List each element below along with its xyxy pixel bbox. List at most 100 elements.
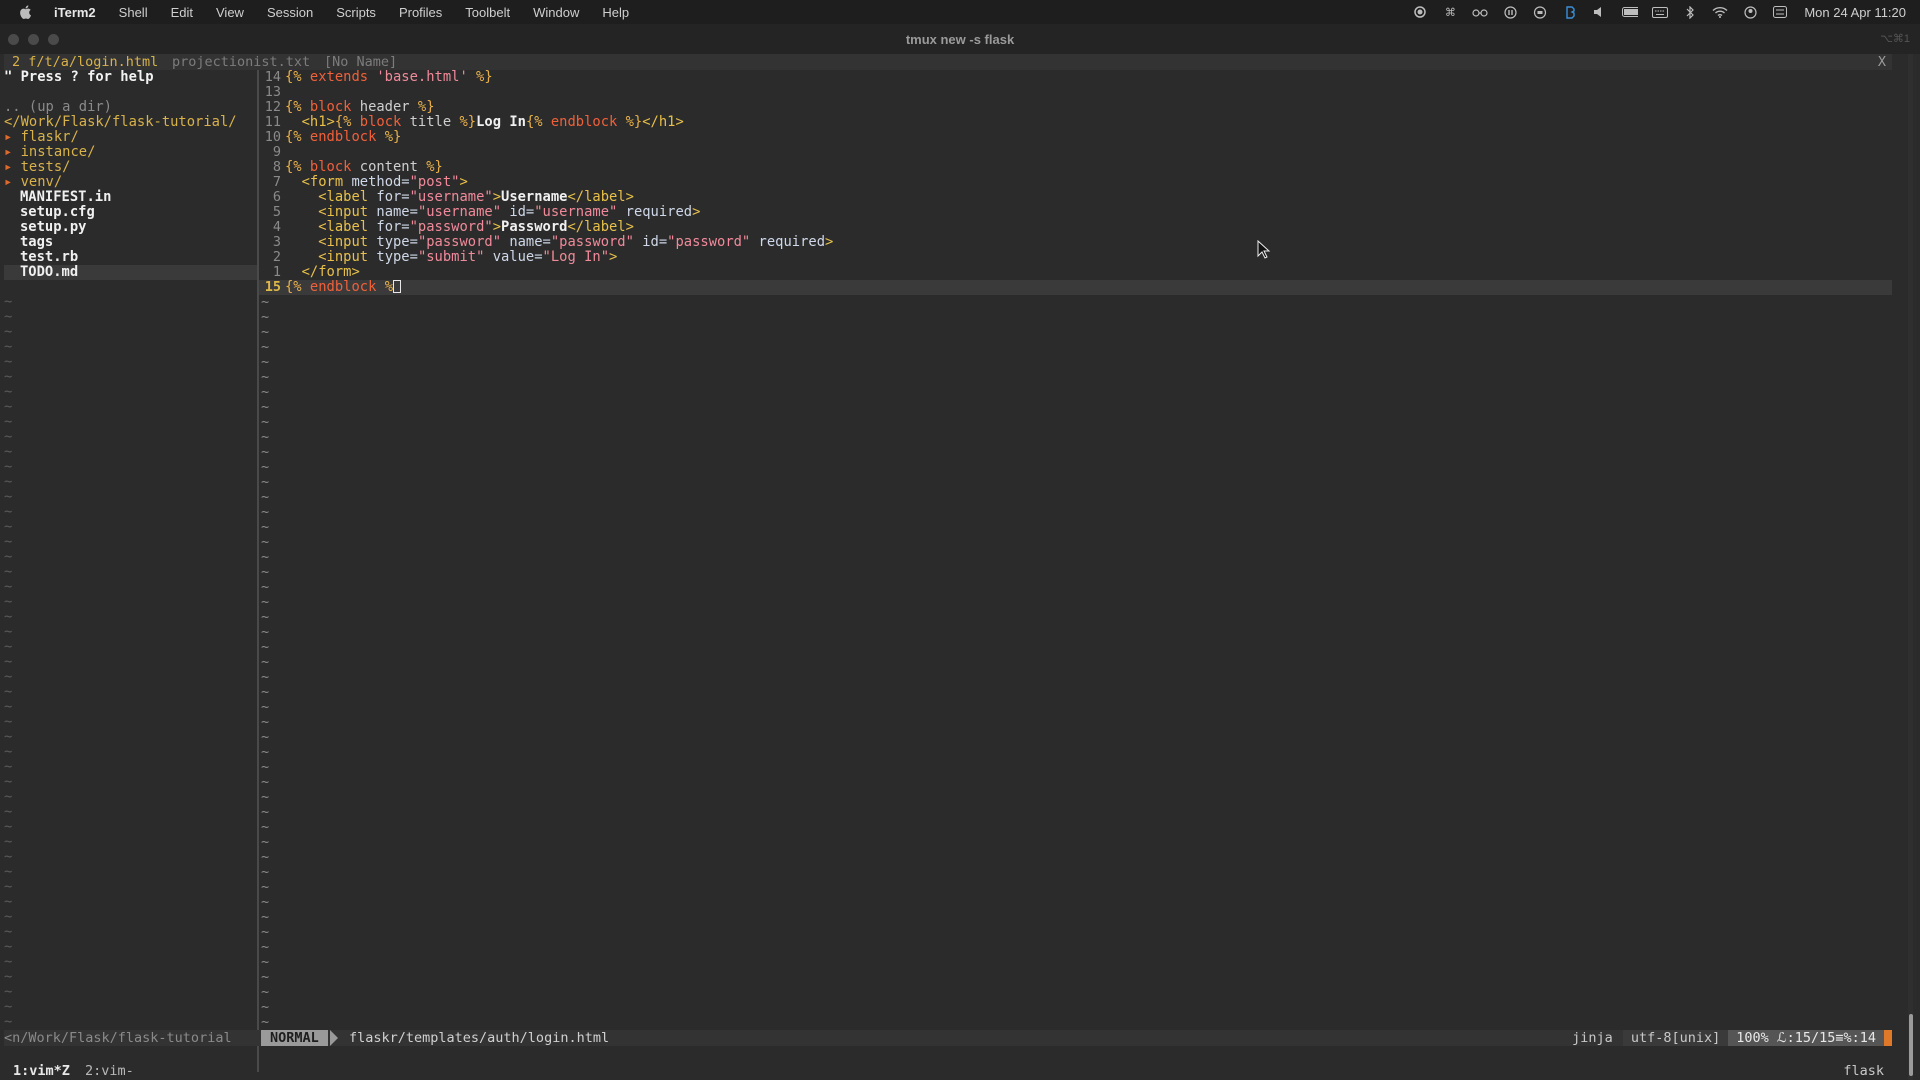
menu-help[interactable]: Help [602,5,629,20]
code-token: </form> [301,264,360,280]
empty-line-tilde: ~ [4,969,13,985]
nerdtree-file-test-rb[interactable]: test.rb [20,250,78,265]
scrollbar-thumb[interactable] [1909,1014,1913,1076]
bluetooth-app-icon[interactable] [1562,5,1578,19]
empty-line-tilde: ~ [261,624,270,640]
vim-mode-indicator: NORMAL [261,1030,328,1046]
collapsed-arrow-icon: ▸ [4,159,13,175]
empty-line-tilde: ~ [4,1014,13,1030]
volume-muted-icon[interactable] [1592,6,1608,18]
nerdtree-file-manifest[interactable]: MANIFEST.in [20,190,111,205]
nerdtree-dir-venv[interactable]: ▸ venv/ [4,175,62,190]
code-token: > [492,189,502,205]
code-line[interactable]: <input type="submit" value="Log In"> [285,250,617,265]
empty-line-tilde: ~ [4,474,13,490]
nerdtree-file-todo: TODO.md [20,264,79,280]
empty-line-tilde: ~ [4,564,13,580]
vim-tab-projectionist[interactable]: projectionist.txt [172,54,310,70]
empty-line-tilde: ~ [4,714,13,730]
battery-icon[interactable] [1622,6,1639,18]
menu-shell[interactable]: Shell [119,5,148,20]
code-line[interactable]: {% block header %} [285,100,435,115]
collapsed-arrow-icon: ▸ [4,174,13,190]
empty-line-tilde: ~ [261,939,270,955]
wifi-icon[interactable] [1712,6,1728,18]
nerdtree-file-setup-py[interactable]: setup.py [20,220,86,235]
menu-toolbelt[interactable]: Toolbelt [465,5,510,20]
bluetooth-icon[interactable] [1682,5,1698,19]
glasses-icon[interactable] [1472,6,1488,18]
menu-profiles[interactable]: Profiles [399,5,442,20]
code-line[interactable]: {% block content %} [285,160,443,175]
nerdtree-dir-tests[interactable]: ▸ tests/ [4,160,70,175]
apple-logo-icon[interactable] [18,4,32,20]
nerdtree-root[interactable]: </Work/Flask/flask-tutorial/ [4,115,237,130]
menu-scripts[interactable]: Scripts [336,5,376,20]
record-icon[interactable] [1412,6,1428,18]
menu-session[interactable]: Session [267,5,313,20]
nerdtree-dir-flaskr[interactable]: ▸ flaskr/ [4,130,79,145]
code-token: "submit" [417,249,485,265]
vim-tab-login-html[interactable]: 2 f/t/a/login.html [12,54,158,70]
empty-line-tilde: ~ [4,429,13,445]
keyboard-icon[interactable] [1652,6,1669,18]
editor-pane[interactable]: 14 13 12 11 10 9 8 7 6 5 4 3 2 1 15 {% e… [259,70,1892,1072]
line-number: 7 [272,174,281,190]
nerdtree-selected-row[interactable]: TODO.md [4,265,257,280]
code-line[interactable]: <label for="username">Username</label> [285,190,634,205]
code-line[interactable]: </form> [285,265,360,280]
control-center-icon[interactable] [1772,6,1788,18]
menu-edit[interactable]: Edit [171,5,193,20]
code-line[interactable]: <h1>{% block title %}Log In{% endblock %… [285,115,684,130]
code-line[interactable]: {% endblock %} [285,130,401,145]
user-account-icon[interactable] [1742,5,1758,19]
code-token: %} [417,159,443,175]
vim-tab-close[interactable]: X [1878,54,1886,70]
pause-icon[interactable] [1502,5,1518,19]
code-line[interactable]: <label for="password">Password</label> [285,220,634,235]
empty-line-tilde: ~ [4,834,13,850]
empty-line-tilde: ~ [261,909,270,925]
code-token: </label> [567,219,634,235]
scrollbar-track[interactable] [1908,54,1913,1080]
command-icon[interactable]: ⌘ [1442,6,1458,19]
code-token: > [609,249,618,265]
code-line[interactable]: {% extends 'base.html' %} [285,70,493,85]
tmux-window-2[interactable]: 2:vim- [85,1062,134,1080]
line-number: 13 [264,84,281,100]
nerdtree-file-tags[interactable]: tags [20,235,53,250]
empty-line-tilde: ~ [4,624,13,640]
nerdtree-up-dir[interactable]: .. (up a dir) [4,100,112,115]
code-token: %} [409,99,435,115]
nerdtree-dir-instance[interactable]: ▸ instance/ [4,145,95,160]
tmux-window-1[interactable]: 1:vim*Z [13,1062,70,1080]
text-cursor [393,280,401,293]
vim-tab-no-name[interactable]: [No Name] [324,54,397,70]
code-token: extends [309,69,377,85]
code-line[interactable]: <input name="username" id="username" req… [285,205,700,220]
code-token: block [359,114,410,130]
cpu-monitor-icon[interactable] [1532,5,1548,19]
statusline-filetype: jinja [1572,1030,1613,1046]
empty-line-tilde: ~ [4,459,13,475]
empty-line-tilde: ~ [4,909,13,925]
menu-view[interactable]: View [216,5,244,20]
menu-window[interactable]: Window [533,5,579,20]
code-line[interactable]: <input type="password" name="password" i… [285,235,833,250]
empty-line-tilde: ~ [4,504,13,520]
menu-bar-clock[interactable]: Mon 24 Apr 11:20 [1804,5,1906,20]
code-token: type= [376,234,418,250]
empty-line-tilde: ~ [4,579,13,595]
code-line-current[interactable]: {% endblock % [285,280,401,295]
line-number: 5 [272,204,281,220]
tmux-session-name: flask [1843,1063,1884,1079]
terminal-area[interactable]: 2 f/t/a/login.html projectionist.txt [No… [0,54,1920,1080]
code-line[interactable]: <form method="post"> [285,175,468,190]
empty-line-tilde: ~ [261,819,270,835]
nerdtree-file-setup-cfg[interactable]: setup.cfg [20,205,95,220]
menu-app-iterm2[interactable]: iTerm2 [54,5,96,20]
